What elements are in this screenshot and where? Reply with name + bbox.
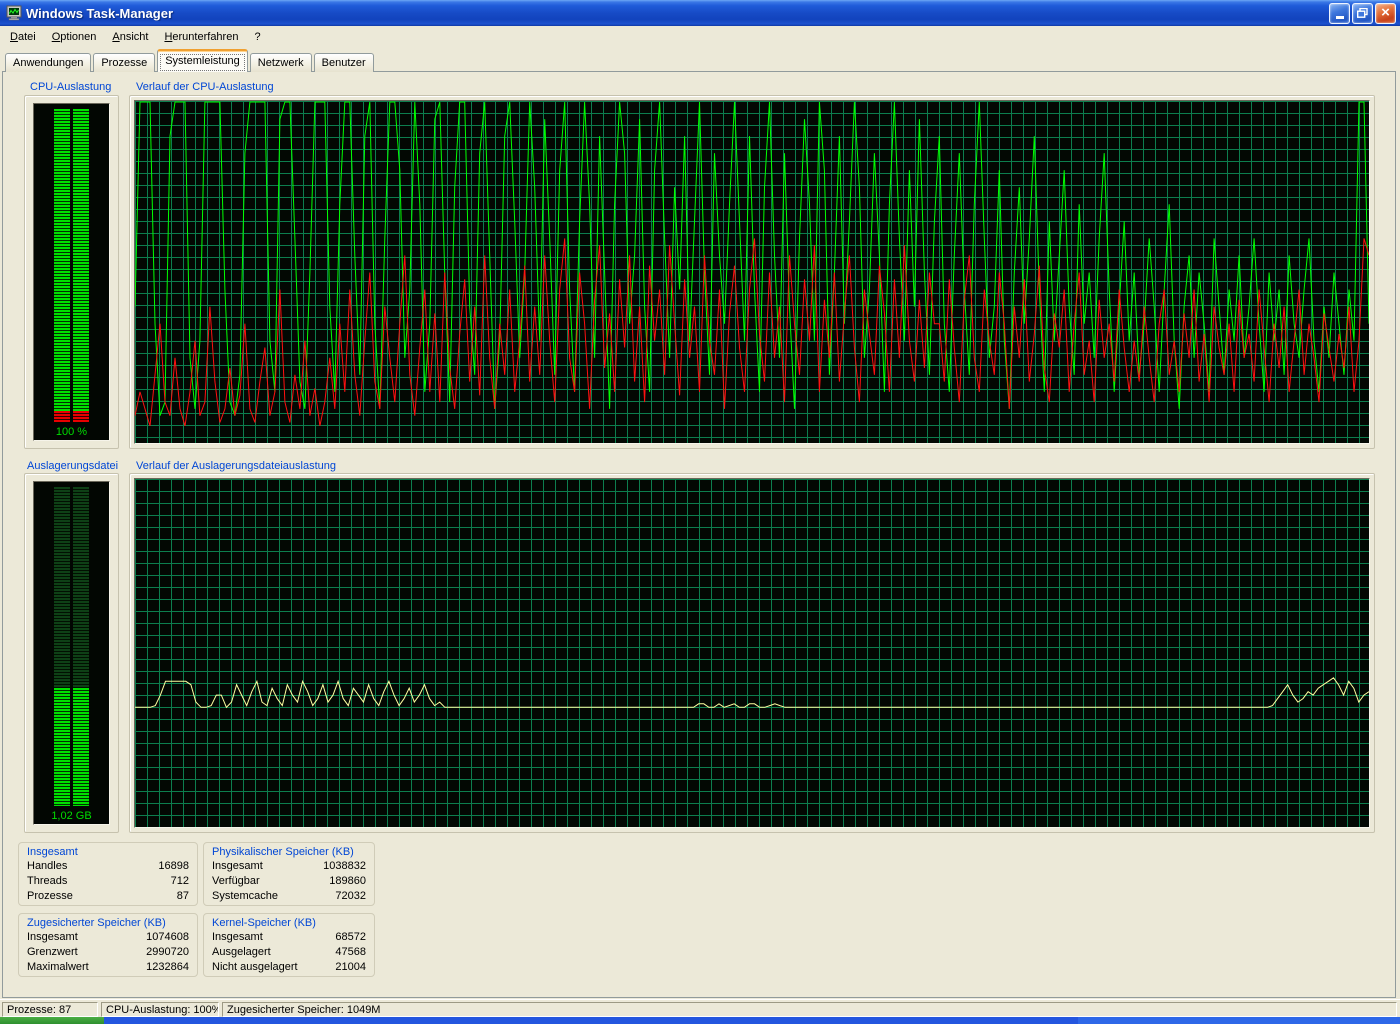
tab-prozesse[interactable]: Prozesse (93, 53, 155, 72)
menu-herunterfahren[interactable]: Herunterfahren (156, 28, 246, 46)
menu-ansicht[interactable]: Ansicht (104, 28, 156, 46)
menu-optionen[interactable]: Optionen (44, 28, 105, 46)
stat-label: Grenzwert (27, 945, 78, 960)
group-totals: Insgesamt Handles16898Threads712Prozesse… (18, 842, 198, 906)
stat-row: Grenzwert 2990720 (27, 945, 189, 960)
start-button-fragment[interactable] (0, 1017, 104, 1024)
stat-label: Verfügbar (212, 874, 260, 889)
pagefile-gauge-caption: Auslagerungsdatei (27, 460, 118, 472)
status-commit: Zugesicherter Speicher: 1049M (222, 1002, 1397, 1017)
stat-row: Systemcache 72032 (212, 889, 366, 904)
pagefile-history-caption: Verlauf der Auslagerungsdateiauslastung (136, 460, 336, 472)
group-commit-charge: Zugesicherter Speicher (KB) Insgesamt 107… (18, 913, 198, 977)
stat-row: Insgesamt 68572 (212, 930, 366, 945)
stat-value: 1074608 (146, 930, 189, 945)
status-processes: Prozesse: 87 (2, 1002, 98, 1017)
group-physical-title: Physikalischer Speicher (KB) (212, 845, 366, 859)
group-kernel-rows: Insgesamt68572Ausgelagert47568Nicht ausg… (212, 930, 366, 975)
stat-label: Insgesamt (212, 930, 263, 945)
minimize-icon (1336, 16, 1344, 19)
cpu-gauge-frame: 100 % (24, 95, 119, 449)
tab-systemleistung[interactable]: Systemleistung (157, 49, 248, 72)
stat-row: Insgesamt 1038832 (212, 859, 366, 874)
cpu-history-graph (134, 100, 1370, 444)
pagefile-gauge-value: 1,02 GB (51, 809, 91, 824)
stat-label: Handles (27, 859, 67, 874)
stat-value: 1038832 (323, 859, 366, 874)
stat-label: Maximalwert (27, 960, 89, 975)
menu-help[interactable]: ? (246, 28, 268, 46)
stat-value: 87 (177, 889, 189, 904)
group-kernel-title: Kernel-Speicher (KB) (212, 916, 366, 930)
app-icon (6, 5, 22, 21)
titlebar[interactable]: Windows Task-Manager × (0, 0, 1400, 26)
statusbar: Prozesse: 87 CPU-Auslastung: 100% Zugesi… (0, 999, 1400, 1018)
stat-label: Ausgelagert (212, 945, 271, 960)
stat-value: 47568 (335, 945, 366, 960)
group-physical-memory: Physikalischer Speicher (KB) Insgesamt 10… (203, 842, 375, 906)
cpu-gauge-value: 100 % (56, 425, 87, 440)
pagefile-gauge-frame: 1,02 GB (24, 473, 119, 833)
stat-label: Threads (27, 874, 67, 889)
restore-button[interactable] (1352, 3, 1373, 24)
stat-label: Insgesamt (27, 930, 78, 945)
stat-value: 21004 (335, 960, 366, 975)
stat-row: Nicht ausgelagert 21004 (212, 960, 366, 975)
cpu-history-caption: Verlauf der CPU-Auslastung (136, 81, 274, 93)
cpu-history-frame (129, 95, 1375, 449)
cpu-gauge: 100 % (33, 103, 110, 441)
stat-label: Insgesamt (212, 859, 263, 874)
stat-label: Prozesse (27, 889, 73, 904)
stat-row: Verfügbar 189860 (212, 874, 366, 889)
cpu-gauge-caption: CPU-Auslastung (30, 81, 111, 93)
stat-row: Threads 712 (27, 874, 189, 889)
close-icon: × (1381, 5, 1390, 20)
taskbar-tray-fragment (1078, 1017, 1400, 1024)
group-totals-title: Insgesamt (27, 845, 189, 859)
task-manager-window: Windows Task-Manager × Datei Optionen An… (0, 0, 1400, 1024)
minimize-button[interactable] (1329, 3, 1350, 24)
stat-value: 712 (171, 874, 189, 889)
stat-value: 72032 (335, 889, 366, 904)
close-button[interactable]: × (1375, 3, 1396, 24)
stat-label: Nicht ausgelagert (212, 960, 298, 975)
stat-row: Prozesse 87 (27, 889, 189, 904)
stat-row: Maximalwert 1232864 (27, 960, 189, 975)
menubar: Datei Optionen Ansicht Herunterfahren ? (0, 26, 1400, 48)
pagefile-history-frame (129, 473, 1375, 833)
restore-icon (1357, 8, 1368, 18)
pagefile-history-graph (134, 478, 1370, 828)
group-commit-title: Zugesicherter Speicher (KB) (27, 916, 189, 930)
stat-value: 68572 (335, 930, 366, 945)
stat-value: 189860 (329, 874, 366, 889)
group-physical-rows: Insgesamt1038832Verfügbar189860Systemcac… (212, 859, 366, 904)
window-title: Windows Task-Manager (26, 6, 1329, 21)
stat-value: 1232864 (146, 960, 189, 975)
stat-row: Ausgelagert 47568 (212, 945, 366, 960)
stat-row: Insgesamt 1074608 (27, 930, 189, 945)
pagefile-gauge: 1,02 GB (33, 481, 110, 825)
cpu-gauge-leds (54, 109, 89, 422)
tab-anwendungen[interactable]: Anwendungen (5, 53, 91, 72)
taskbar[interactable] (0, 1017, 1400, 1024)
menu-datei[interactable]: Datei (2, 28, 44, 46)
tabstrip: Anwendungen Prozesse Systemleistung Netz… (5, 49, 376, 72)
group-kernel-memory: Kernel-Speicher (KB) Insgesamt68572Ausge… (203, 913, 375, 977)
stat-row: Handles 16898 (27, 859, 189, 874)
stat-value: 2990720 (146, 945, 189, 960)
tab-netzwerk[interactable]: Netzwerk (250, 53, 312, 72)
group-totals-rows: Handles 16898 Threads 712 Prozesse 87 (27, 859, 189, 904)
tab-benutzer[interactable]: Benutzer (314, 53, 374, 72)
status-cpu: CPU-Auslastung: 100% (101, 1002, 219, 1017)
pagefile-gauge-leds (54, 487, 89, 806)
stat-label: Systemcache (212, 889, 278, 904)
stat-value: 16898 (158, 859, 189, 874)
group-commit-rows: Insgesamt1074608Grenzwert2990720Maximalw… (27, 930, 189, 975)
